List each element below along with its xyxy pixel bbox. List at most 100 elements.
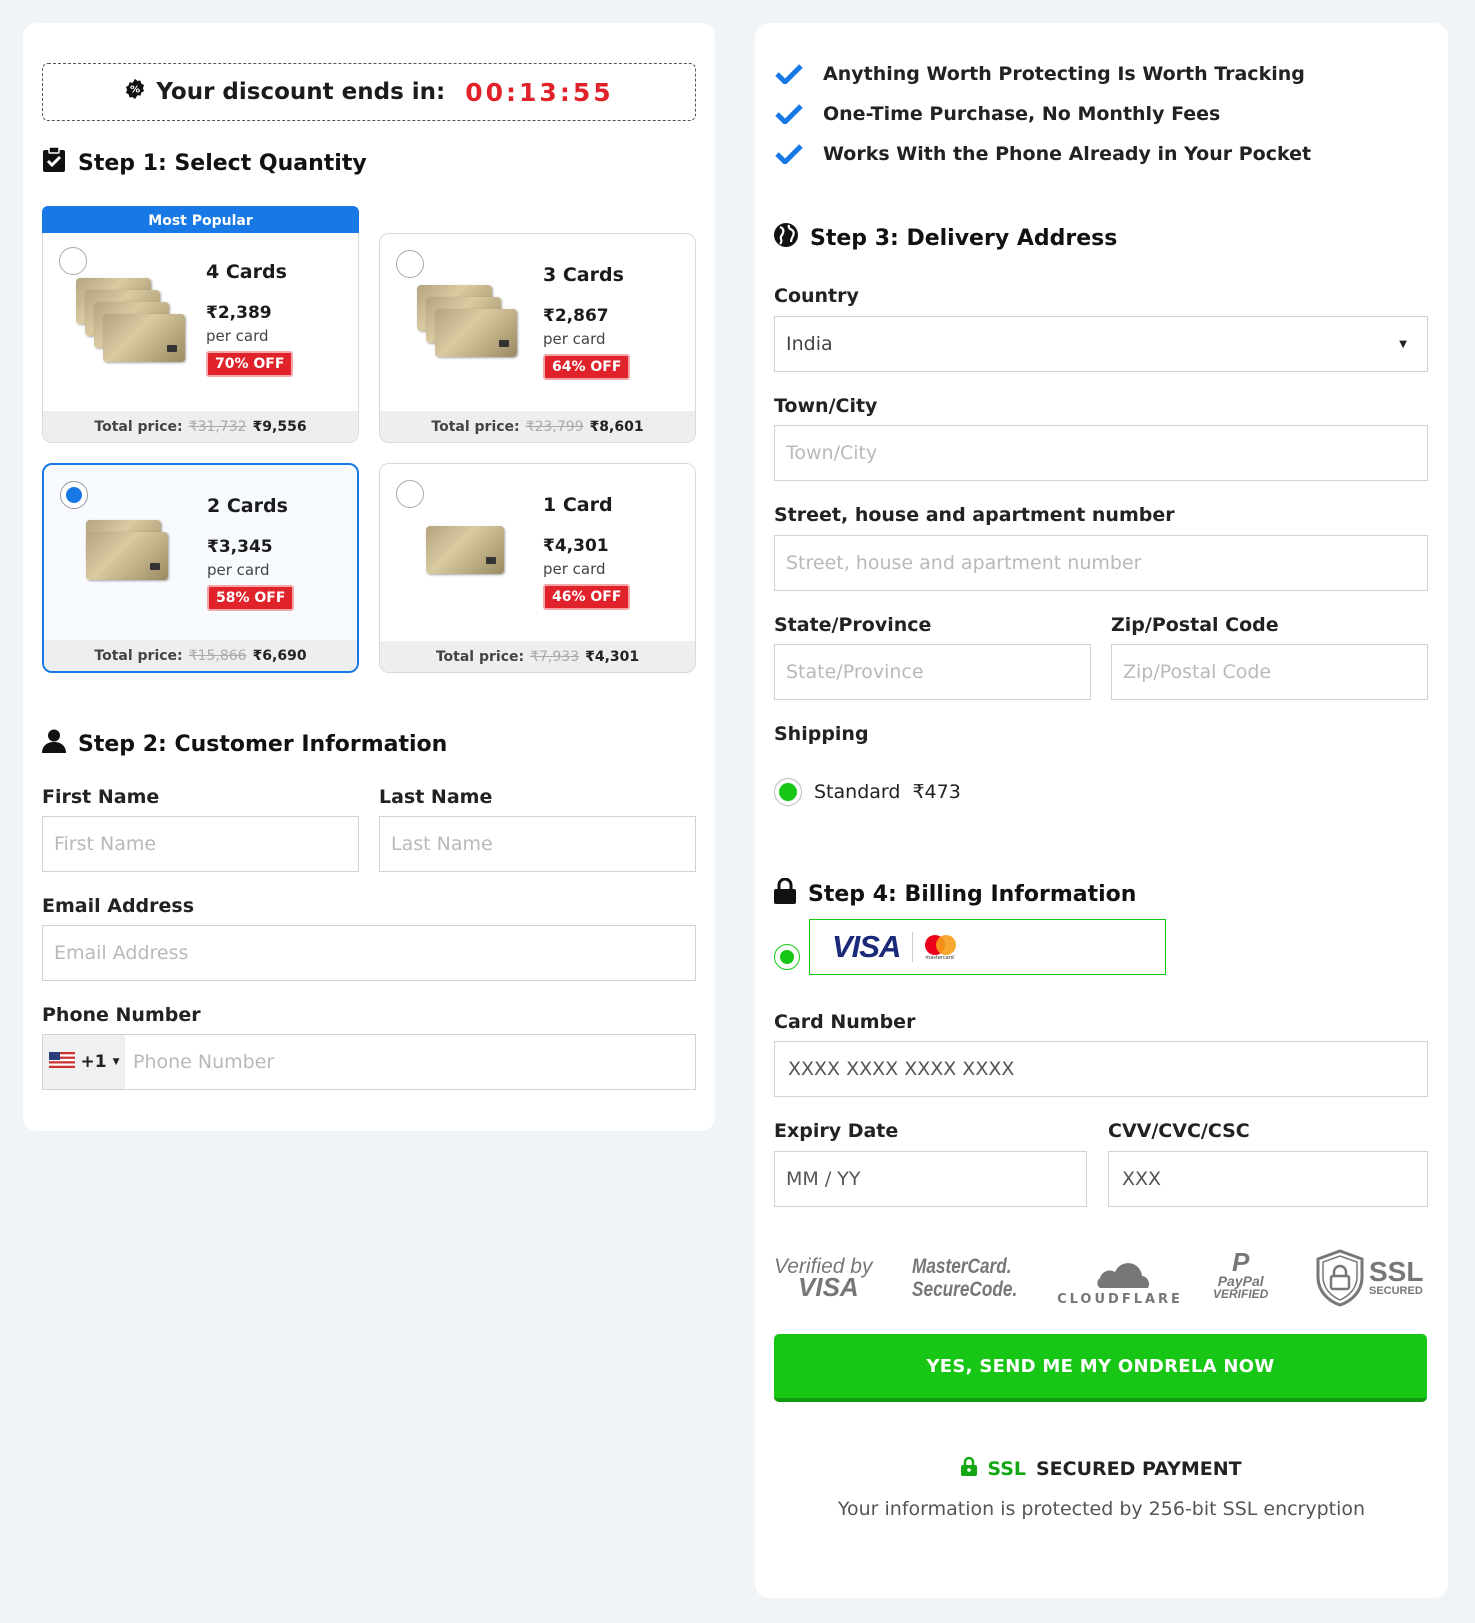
step3-title: Step 3: Delivery Address [810,225,1118,251]
country-code-selector[interactable]: +1 ▼ [43,1035,125,1089]
step1-title: Step 1: Select Quantity [78,150,367,176]
us-flag-icon [48,1051,75,1073]
old-price: ₹23,799 [525,418,584,435]
card-price: ₹2,867 [543,306,609,326]
secured-payment-text: SECURED PAYMENT [1036,1457,1242,1480]
cvv-input[interactable]: XXX [1108,1151,1428,1207]
country-label: Country [774,285,859,307]
quantity-radio[interactable] [396,480,424,508]
badge-text: SecureCode. [912,1278,1018,1301]
new-price: ₹8,601 [589,418,644,435]
quantity-radio-selected[interactable] [60,481,88,509]
discount-timer: % Your discount ends in: 00:13:55 [42,63,696,121]
street-input[interactable]: Street, house and apartment number [774,535,1428,591]
caret-down-icon: ▼ [112,1057,120,1067]
left-panel: % Your discount ends in: 00:13:55 Step 1… [23,23,715,1131]
total-label: Total price: [94,647,183,664]
cards-image [76,278,196,378]
new-price: ₹4,301 [585,648,640,665]
feature-item: One-Time Purchase, No Monthly Fees [775,103,1220,125]
card-qty: 2 Cards [207,495,288,517]
card-per: per card [543,330,606,348]
checkmark-icon [775,144,803,164]
total-price: Total price: ₹23,799 ₹8,601 [380,411,695,442]
first-name-label: First Name [42,786,160,808]
card-qty: 4 Cards [206,261,287,283]
country-value: India [786,333,833,355]
timer-value: 00:13:55 [465,77,614,107]
total-price: Total price: ₹31,732 ₹9,556 [43,411,358,442]
country-select[interactable]: India ▼ [774,316,1428,372]
last-name-input[interactable]: Last Name [379,816,696,872]
mastercard-icon: mastercard [925,933,959,961]
card-per: per card [207,561,270,579]
zip-input[interactable]: Zip/Postal Code [1111,644,1428,700]
first-name-input[interactable]: First Name [42,816,359,872]
payment-method-radio[interactable] [774,944,800,970]
payment-method-card[interactable]: VISA mastercard [809,919,1166,975]
feature-item: Anything Worth Protecting Is Worth Track… [775,63,1305,85]
step4-title: Step 4: Billing Information [808,881,1137,907]
shipping-option-label: Standard [814,781,901,803]
visa-logo: VISA [832,929,901,964]
state-label: State/Province [774,614,932,636]
lock-icon [961,1456,978,1481]
paypal-p-icon: P [1232,1247,1250,1277]
old-price: ₹7,933 [530,648,580,665]
caret-down-icon: ▼ [1399,338,1407,350]
state-input[interactable]: State/Province [774,644,1091,700]
lock-icon [774,877,796,910]
paypal-verified-badge: P PayPal VERIFIED [1213,1249,1268,1301]
cloudflare-badge: CLOUDFLARE [1055,1256,1185,1307]
discount-badge: 64% OFF [543,354,631,380]
quantity-radio[interactable] [59,247,87,275]
street-label: Street, house and apartment number [774,504,1175,526]
cards-image [86,520,186,590]
right-panel: Anything Worth Protecting Is Worth Track… [755,23,1448,1598]
submit-order-button[interactable]: YES, SEND ME MY ONDRELA NOW [774,1334,1427,1402]
phone-input[interactable]: Phone Number [133,1051,274,1073]
shipping-radio[interactable] [774,778,802,806]
old-price: ₹31,732 [188,418,247,435]
step2-heading: Step 2: Customer Information [42,729,447,759]
feature-text: Works With the Phone Already in Your Poc… [823,143,1312,165]
badge-text: CLOUDFLARE [1057,1292,1183,1307]
card-image [426,526,516,586]
quantity-option-1[interactable]: 1 Card ₹4,301 per card 46% OFF Total pri… [379,463,696,673]
expiry-input[interactable]: MM / YY [774,1151,1087,1207]
total-label: Total price: [435,648,525,665]
total-price: Total price: ₹15,866 ₹6,690 [44,640,357,671]
email-input[interactable]: Email Address [42,925,696,981]
card-number-input[interactable]: XXXX XXXX XXXX XXXX [774,1041,1428,1097]
quantity-option-2[interactable]: 2 Cards ₹3,345 per card 58% OFF Total pr… [42,463,359,673]
card-price: ₹2,389 [206,303,272,323]
last-name-label: Last Name [379,786,493,808]
quantity-radio[interactable] [396,250,424,278]
badge-text: VISA [798,1272,859,1302]
badge-text: SSL [1369,1256,1424,1287]
zip-label: Zip/Postal Code [1111,614,1279,636]
city-input[interactable]: Town/City [774,425,1428,481]
step3-heading: Step 3: Delivery Address [774,223,1117,253]
shield-lock-icon [1316,1249,1364,1307]
ssl-text: SSL [987,1457,1026,1480]
badge-icon: % [124,78,146,106]
country-code: +1 [80,1052,107,1072]
discount-badge: 70% OFF [206,351,294,377]
email-label: Email Address [42,895,195,917]
badge-text: VERIFIED [1213,1287,1269,1301]
mastercard-securecode-badge: MasterCard. SecureCode. [912,1255,1017,1301]
mastercard-text: mastercard [925,955,954,961]
user-icon [42,729,66,759]
checkmark-icon [775,104,803,124]
step1-heading: Step 1: Select Quantity [42,146,367,179]
phone-field: +1 ▼ Phone Number [42,1034,696,1090]
feature-item: Works With the Phone Already in Your Poc… [775,143,1311,165]
quantity-option-3[interactable]: 3 Cards ₹2,867 per card 64% OFF Total pr… [379,233,696,443]
timer-label: Your discount ends in: [156,79,446,105]
svg-text:%: % [130,85,140,96]
quantity-option-4[interactable]: 4 Cards ₹2,389 per card 70% OFF Total pr… [42,233,359,443]
shipping-option[interactable]: Standard ₹473 [774,778,961,806]
card-price: ₹4,301 [543,536,609,556]
card-per: per card [206,327,269,345]
